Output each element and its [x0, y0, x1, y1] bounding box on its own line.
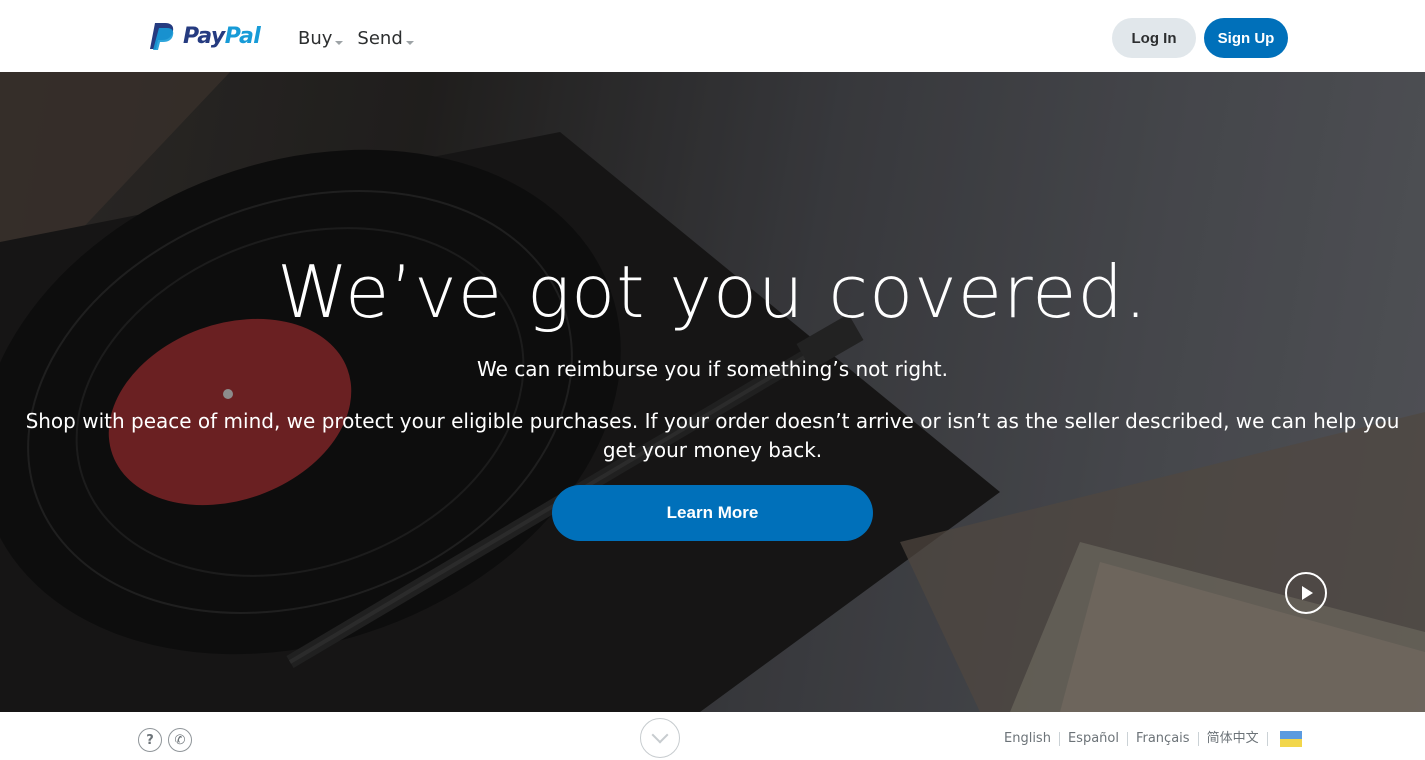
lang-chinese[interactable]: 简体中文 — [1199, 732, 1268, 746]
lang-espanol[interactable]: Español — [1060, 732, 1128, 746]
caret-down-icon — [405, 41, 414, 45]
hero-banner: We’ve got you covered. We can reimburse … — [0, 72, 1425, 712]
phone-glyph: ✆ — [174, 732, 186, 748]
nav-buy-label: Buy — [298, 28, 333, 49]
signup-button[interactable]: Sign Up — [1204, 18, 1288, 58]
play-icon — [1302, 586, 1313, 600]
hero-title: We’ve got you covered. — [277, 250, 1148, 334]
login-button[interactable]: Log In — [1112, 18, 1196, 58]
learn-more-button[interactable]: Learn More — [552, 485, 873, 541]
main-nav: Buy Send — [298, 28, 414, 49]
nav-send-label: Send — [357, 28, 403, 49]
lang-francais[interactable]: Français — [1128, 732, 1199, 746]
nav-buy[interactable]: Buy — [298, 28, 344, 49]
country-flag-icon[interactable] — [1279, 731, 1302, 747]
help-glyph: ? — [146, 732, 154, 748]
hero-background-image — [0, 72, 1425, 712]
play-video-button[interactable] — [1285, 572, 1327, 614]
lang-english[interactable]: English — [1004, 732, 1060, 746]
hero-subtitle: We can reimburse you if something’s not … — [477, 357, 948, 381]
site-header: PayPal Buy Send Log In Sign Up — [0, 0, 1425, 72]
chevron-down-icon — [651, 726, 669, 744]
site-footer: ? ✆ English Español Français 简体中文 — [0, 712, 1425, 760]
paypal-logo[interactable]: PayPal — [149, 20, 261, 52]
language-selector: English Español Français 简体中文 — [1004, 731, 1302, 747]
help-icon[interactable]: ? — [138, 728, 162, 752]
wordmark-pal: Pal — [224, 23, 261, 49]
phone-icon[interactable]: ✆ — [168, 728, 192, 752]
scroll-down-button[interactable] — [640, 718, 680, 758]
hero-description: Shop with peace of mind, we protect your… — [25, 409, 1400, 462]
wordmark-pay: Pay — [183, 23, 225, 49]
nav-send[interactable]: Send — [357, 28, 414, 49]
paypal-logo-icon — [150, 23, 174, 50]
caret-down-icon — [335, 41, 344, 45]
paypal-wordmark: PayPal — [183, 23, 261, 49]
